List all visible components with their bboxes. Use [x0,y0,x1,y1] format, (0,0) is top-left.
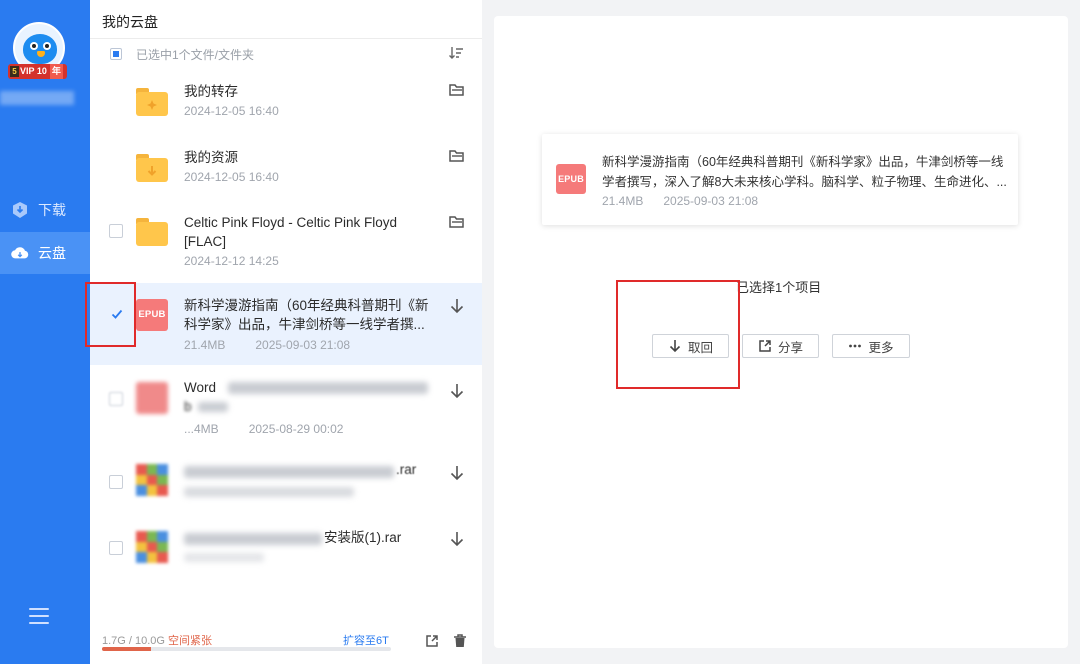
trash-icon[interactable] [453,634,467,648]
detail-file-name: 新科学漫游指南（60年经典科普期刊《新科学家》出品，牛津剑桥等一线学者撰写，深入… [602,155,1007,189]
blurred-text [184,466,394,478]
share-icon [758,339,772,353]
nav-download[interactable]: 下载 [0,189,90,231]
folder-open-icon[interactable] [448,214,466,232]
file-date: 2025-09-03 21:08 [255,338,351,352]
file-meta: 21.4MB 2025-09-03 21:08 [184,338,350,352]
download-arrow-icon[interactable] [448,382,466,400]
file-size: 21.4MB [184,338,226,352]
folder-icon [136,152,168,184]
eye-right [43,42,51,50]
vip-level: VIP 10 [20,66,47,76]
export-icon[interactable] [425,634,439,648]
file-meta: ...4MB 2025-08-29 00:02 [184,422,343,436]
storage-progress-fill [102,647,152,651]
file-panel: 我的云盘 已选中1个文件/文件夹 我的转存 2024-12-05 16:40 我… [90,0,482,664]
retrieve-label: 取回 [687,340,713,355]
vip-year: 年 [49,64,63,79]
more-label: 更多 [868,340,894,355]
share-label: 分享 [777,340,803,355]
file-date: 2024-12-05 16:40 [184,104,279,118]
share-button[interactable]: 分享 [742,334,819,358]
file-row[interactable]: 安装版(1).rar [90,513,482,595]
storage-progress [102,647,391,651]
nav-download-label: 下载 [38,202,66,218]
detail-file-size: 21.4MB [602,194,644,208]
file-date: 2024-12-05 16:40 [184,170,279,184]
select-all-checkbox[interactable] [110,48,122,60]
storage-usage: 1.7G / 10.0G 空间紧张 [102,632,212,648]
file-date: 2024-12-12 14:25 [184,254,279,268]
download-shield-icon [11,201,29,219]
file-name: Word b [184,378,436,416]
file-name-visible: Word [184,380,217,395]
archive-file-icon [136,464,168,496]
blurred-text [228,382,428,394]
file-thumb-icon [136,382,168,414]
file-name: 我的资源 [184,150,238,165]
selected-count: 已选择1个项目 [736,280,822,295]
more-button[interactable]: 更多 [832,334,910,358]
file-name: 我的转存 [184,84,238,99]
file-name: Celtic Pink Floyd - Celtic Pink Floyd [F… [184,215,398,249]
divider [90,38,482,39]
file-name: 新科学漫游指南（60年经典科普期刊《新科学家》出品，牛津剑桥等一线学者撰... [184,298,429,332]
archive-file-icon [136,531,168,563]
file-row-selected[interactable]: EPUB 新科学漫游指南（60年经典科普期刊《新科学家》出品，牛津剑桥等一线学者… [90,283,482,365]
download-arrow-icon[interactable] [448,464,466,482]
file-row[interactable]: Word b ...4MB 2025-08-29 00:02 [90,365,482,447]
expand-storage-link[interactable]: 扩容至6T [343,632,389,648]
file-name: .rar [396,462,417,477]
selection-bar: 已选中1个文件/文件夹 [90,42,482,66]
selection-text: 已选中1个文件/文件夹 [136,48,255,62]
blurred-text [198,402,228,412]
row-checkbox[interactable] [109,475,123,489]
file-row[interactable]: Celtic Pink Floyd - Celtic Pink Floyd [F… [90,201,482,283]
file-date: 2025-08-29 00:02 [248,422,344,436]
storage-usage-text: 1.7G / 10.0G [102,635,165,647]
folder-open-icon[interactable] [448,148,466,166]
detail-file-date: 2025-09-03 21:08 [663,194,759,208]
blurred-text [184,533,322,545]
blurred-text [184,553,264,562]
folder-icon [136,86,168,118]
retrieve-button[interactable]: 取回 [652,334,729,358]
download-arrow-icon[interactable] [448,297,466,315]
row-checkbox[interactable] [109,392,123,406]
storage-footer: 1.7G / 10.0G 空间紧张 扩容至6T [90,622,482,664]
epub-file-icon: EPUB [556,164,586,194]
folder-icon [136,216,168,248]
panel-title: 我的云盘 [102,14,158,30]
epub-file-icon: EPUB [136,299,168,331]
blurred-text [184,487,354,497]
file-name: 安装版(1).rar [324,530,402,545]
sort-icon[interactable] [448,45,464,61]
storage-warning: 空间紧张 [168,635,213,647]
download-arrow-icon [668,339,682,353]
sidebar: 5 VIP 10 年 下载 云盘 [0,0,90,664]
file-name-tail: b [184,399,192,414]
bird-mascot-icon [23,34,57,64]
hamburger-menu-icon[interactable] [29,608,49,624]
row-checkbox[interactable] [109,224,123,238]
nav-cloud-label: 云盘 [38,245,66,261]
vip-logo-icon: 5 [10,66,19,77]
nav-cloud[interactable]: 云盘 [0,232,90,274]
download-arrow-icon[interactable] [448,530,466,548]
eye-left [30,42,38,50]
row-checkbox[interactable] [109,541,123,555]
detail-file-meta: 21.4MB 2025-09-03 21:08 [602,194,758,208]
detail-panel: EPUB 新科学漫游指南（60年经典科普期刊《新科学家》出品，牛津剑桥等一线学者… [494,16,1068,648]
file-preview-card: EPUB 新科学漫游指南（60年经典科普期刊《新科学家》出品，牛津剑桥等一线学者… [542,134,1018,225]
cloud-icon [11,244,29,262]
username-blurred [0,91,74,105]
vip-badge[interactable]: 5 VIP 10 年 [8,64,67,79]
folder-open-icon[interactable] [448,82,466,100]
more-dots-icon [848,339,862,353]
row-checkbox-checked[interactable] [109,306,123,320]
file-size: ...4MB [184,422,219,436]
